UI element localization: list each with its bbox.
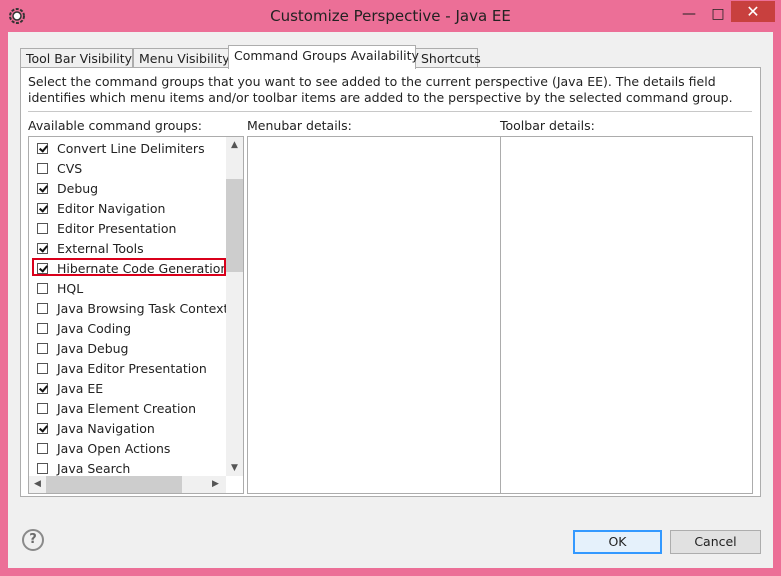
list-item[interactable]: External Tools <box>37 238 144 258</box>
cancel-button[interactable]: Cancel <box>670 530 761 554</box>
menubar-details-label: Menubar details: <box>247 118 352 133</box>
list-item-label: Java Element Creation <box>57 400 196 416</box>
list-item-label: Java Search <box>57 460 131 476</box>
scroll-down-icon[interactable]: ▼ <box>226 463 243 473</box>
list-item[interactable]: Java Element Creation <box>37 398 196 418</box>
minimize-icon: — <box>682 6 696 22</box>
list-item-label: Java EE <box>57 380 104 396</box>
list-item[interactable]: Debug <box>37 178 98 198</box>
menubar-details-pane[interactable] <box>247 136 501 494</box>
list-item[interactable]: CVS <box>37 158 82 178</box>
list-item-label: Java Browsing Task Context <box>57 300 229 316</box>
horizontal-scroll-thumb[interactable] <box>46 476 182 493</box>
minimize-button[interactable]: — <box>674 4 704 24</box>
dialog-window: Customize Perspective - Java EE — □ ✕ To… <box>0 0 781 576</box>
list-item[interactable]: Java Navigation <box>37 418 155 438</box>
list-item-label: Convert Line Delimiters <box>57 140 205 156</box>
list-item-label: Debug <box>57 180 99 196</box>
tab-menu-visibility[interactable]: Menu Visibility <box>133 48 230 67</box>
checkbox[interactable] <box>37 222 48 234</box>
scroll-right-icon[interactable]: ▶ <box>207 479 224 489</box>
checkbox[interactable] <box>37 442 48 454</box>
list-item[interactable]: Java Search <box>37 458 130 478</box>
checkbox[interactable] <box>37 202 48 214</box>
checkbox[interactable] <box>37 362 48 374</box>
tab-panel: Select the command groups that you want … <box>20 67 761 497</box>
list-item-label: CVS <box>57 160 83 176</box>
close-icon: ✕ <box>746 2 760 21</box>
list-item-label: Java Navigation <box>57 420 155 436</box>
list-item[interactable]: HQL <box>37 278 83 298</box>
description-text: Select the command groups that you want … <box>28 74 733 105</box>
list-item-label: Java Coding <box>57 320 132 336</box>
tab-command-groups-availability[interactable]: Command Groups Availability <box>228 45 419 69</box>
title-bar[interactable]: Customize Perspective - Java EE — □ ✕ <box>0 0 781 32</box>
list-item[interactable]: Java Coding <box>37 318 131 338</box>
horizontal-scrollbar[interactable]: ◀ ▶ <box>29 476 226 493</box>
highlight-box <box>32 258 226 276</box>
maximize-icon: □ <box>711 6 725 22</box>
list-item-label: External Tools <box>57 240 144 256</box>
help-button[interactable]: ? <box>22 529 44 551</box>
list-item[interactable]: Java Open Actions <box>37 438 170 458</box>
list-item-label: HQL <box>57 280 84 296</box>
list-item-label: Java Editor Presentation <box>57 360 207 376</box>
vertical-scroll-thumb[interactable] <box>226 179 243 272</box>
list-item-label: Editor Presentation <box>57 220 177 236</box>
checkbox[interactable] <box>37 462 48 474</box>
checkbox[interactable] <box>37 142 48 154</box>
tab-tool-bar-visibility[interactable]: Tool Bar Visibility <box>20 48 133 67</box>
list-item[interactable]: Java EE <box>37 378 103 398</box>
vertical-scrollbar[interactable]: ▲ ▼ <box>226 137 243 476</box>
list-item[interactable]: Editor Navigation <box>37 198 165 218</box>
toolbar-details-label: Toolbar details: <box>500 118 595 133</box>
checkbox[interactable] <box>37 182 48 194</box>
list-item-label: Editor Navigation <box>57 200 166 216</box>
checkbox[interactable] <box>37 162 48 174</box>
toolbar-details-pane[interactable] <box>500 136 753 494</box>
checkbox[interactable] <box>37 322 48 334</box>
list-item[interactable]: Java Editor Presentation <box>37 358 207 378</box>
list-item-label: Java Debug <box>57 340 129 356</box>
checkbox[interactable] <box>37 342 48 354</box>
checkbox[interactable] <box>37 382 48 394</box>
checkbox[interactable] <box>37 282 48 294</box>
list-item[interactable]: Editor Presentation <box>37 218 176 238</box>
list-item[interactable]: Java Debug <box>37 338 128 358</box>
checkbox[interactable] <box>37 402 48 414</box>
checkbox[interactable] <box>37 422 48 434</box>
available-groups-label: Available command groups: <box>28 118 202 133</box>
dialog-client-area: Tool Bar Visibility Menu Visibility Comm… <box>8 32 773 568</box>
checkbox[interactable] <box>37 242 48 254</box>
command-groups-list[interactable]: Convert Line Delimiters CVS Debug Editor Na… <box>28 136 244 494</box>
list-item[interactable]: Java Browsing Task Context <box>37 298 228 318</box>
close-button[interactable]: ✕ <box>731 1 775 22</box>
scroll-up-icon[interactable]: ▲ <box>226 140 243 150</box>
help-icon: ? <box>29 532 37 547</box>
tab-shortcuts[interactable]: Shortcuts <box>415 48 481 67</box>
maximize-button[interactable]: □ <box>703 4 733 24</box>
separator <box>28 111 752 112</box>
list-item[interactable]: Convert Line Delimiters <box>37 138 205 158</box>
window-title: Customize Perspective - Java EE <box>270 7 511 25</box>
ok-button[interactable]: OK <box>573 530 662 554</box>
scroll-left-icon[interactable]: ◀ <box>29 479 46 489</box>
checkbox[interactable] <box>37 302 48 314</box>
list-item-label: Java Open Actions <box>57 440 171 456</box>
